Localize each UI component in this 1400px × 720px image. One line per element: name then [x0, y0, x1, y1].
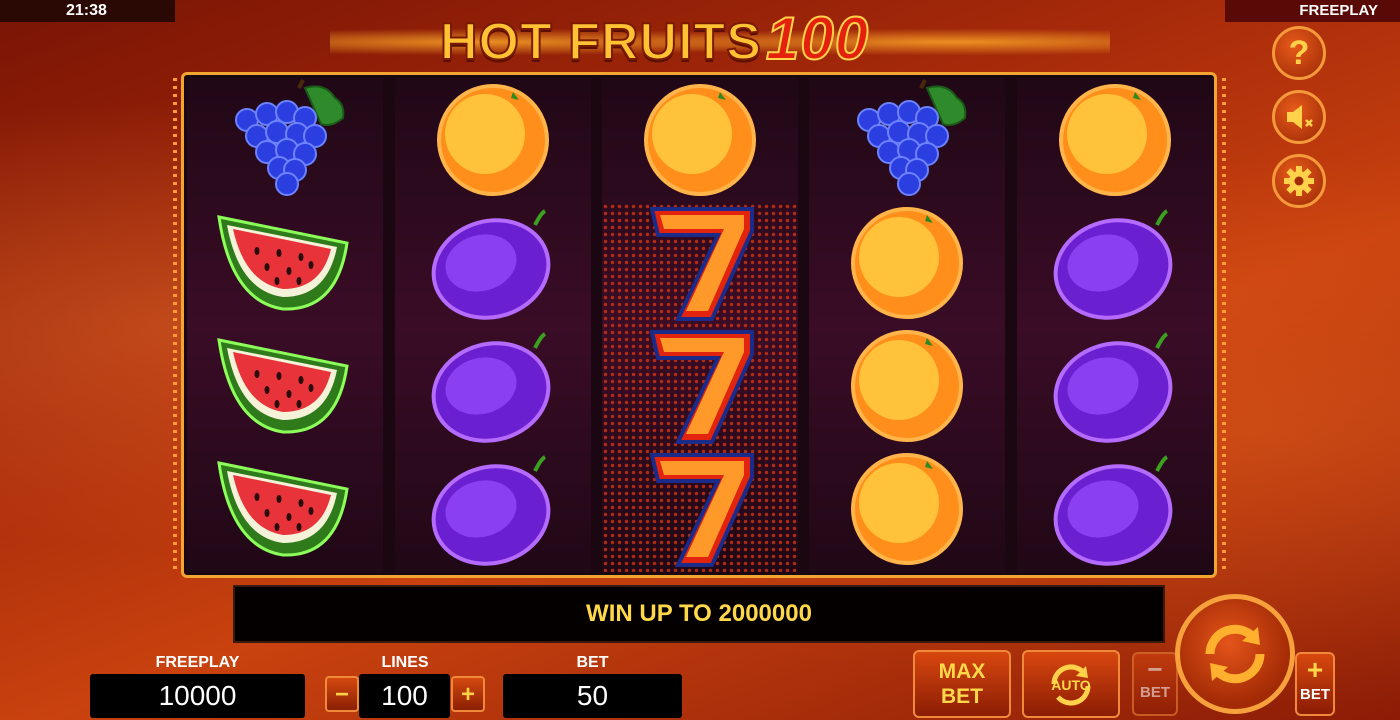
plum-icon: [1053, 455, 1173, 566]
logo-name: HOT FRUITS: [439, 12, 762, 72]
gear-icon: [1284, 166, 1314, 196]
lines-minus-button[interactable]: −: [325, 676, 359, 712]
plum-symbol: [1017, 201, 1213, 325]
settings-button[interactable]: [1272, 154, 1326, 208]
lines-label: LINES: [381, 654, 429, 671]
orange-symbol: [809, 447, 1005, 571]
plum-icon: [431, 209, 551, 320]
freeplay-value: 10000: [90, 674, 305, 718]
bet-label: BET: [576, 654, 609, 671]
watermelon-icon: [217, 215, 349, 311]
max-bet-line1: MAX: [938, 660, 986, 683]
orange-symbol: [1017, 78, 1213, 202]
plum-icon: [1053, 209, 1173, 320]
watermelon-symbol: [187, 447, 383, 571]
orange-icon: [851, 330, 963, 442]
seven-icon: [649, 453, 754, 567]
mode-label: FREEPLAY: [1225, 0, 1400, 22]
orange-symbol: [809, 201, 1005, 325]
seven-icon: [649, 330, 754, 444]
clock: 21:38: [0, 0, 175, 22]
max-bet-line2: BET: [941, 685, 983, 708]
game-logo: HOT FRUITS100: [439, 4, 960, 73]
seven-symbol: [602, 324, 798, 448]
plum-symbol: [1017, 324, 1213, 448]
orange-icon: [644, 84, 756, 196]
bet-minus-sign: −: [1147, 654, 1163, 684]
plum-symbol: [1017, 447, 1213, 571]
plum-icon: [431, 455, 551, 566]
seven-symbol: [602, 201, 798, 325]
bet-minus-button[interactable]: − BET: [1132, 652, 1178, 716]
orange-symbol: [809, 324, 1005, 448]
bet-plus-sign: +: [1306, 654, 1324, 685]
plum-symbol: [395, 324, 591, 448]
watermelon-symbol: [187, 324, 383, 448]
plum-symbol: [395, 447, 591, 571]
line-indicator-left: [173, 78, 177, 572]
auto-button[interactable]: AUTO: [1022, 650, 1120, 718]
sound-button[interactable]: [1272, 90, 1326, 144]
plum-icon: [1053, 332, 1173, 443]
orange-symbol: [602, 78, 798, 202]
max-bet-button[interactable]: MAX BET: [913, 650, 1011, 718]
orange-symbol: [395, 78, 591, 202]
spin-icon: [1205, 624, 1265, 684]
orange-icon: [437, 84, 549, 196]
orange-icon: [851, 207, 963, 319]
grapes-icon: [235, 79, 345, 196]
grapes-symbol: [809, 78, 1005, 202]
lines-value: 100: [359, 674, 450, 718]
plum-icon: [431, 332, 551, 443]
lines-plus-button[interactable]: +: [451, 676, 485, 712]
win-message: WIN UP TO 2000000: [233, 585, 1165, 643]
watermelon-icon: [217, 461, 349, 557]
grapes-icon: [857, 79, 967, 196]
grapes-symbol: [187, 78, 383, 202]
line-indicator-right: [1222, 78, 1226, 572]
speaker-muted-icon: [1287, 105, 1313, 129]
watermelon-icon: [217, 338, 349, 434]
auto-label: AUTO: [1051, 677, 1091, 693]
bet-minus-label: BET: [1140, 684, 1170, 701]
logo-number: 100: [765, 4, 870, 73]
seven-symbol: [602, 447, 798, 571]
help-button[interactable]: ?: [1272, 26, 1326, 80]
bet-plus-button[interactable]: + BET: [1295, 652, 1335, 716]
seven-icon: [649, 207, 754, 321]
watermelon-symbol: [187, 201, 383, 325]
orange-icon: [1059, 84, 1171, 196]
spin-button[interactable]: [1175, 594, 1295, 714]
plum-symbol: [395, 201, 591, 325]
bet-value: 50: [503, 674, 682, 718]
bet-plus-label: BET: [1300, 686, 1330, 703]
freeplay-label: FREEPLAY: [155, 654, 240, 671]
orange-icon: [851, 453, 963, 565]
